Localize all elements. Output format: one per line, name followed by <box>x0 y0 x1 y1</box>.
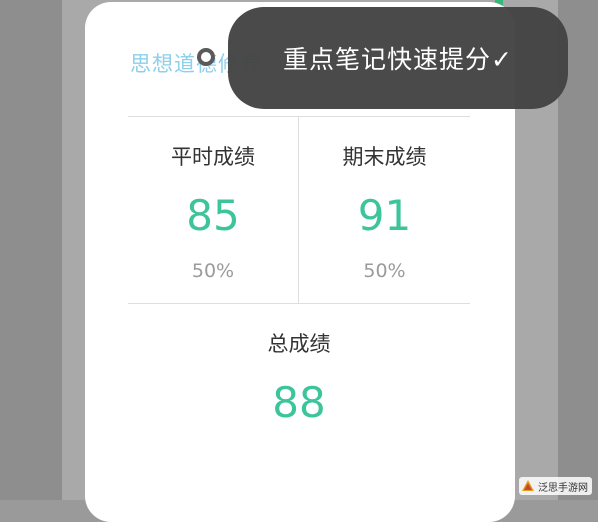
regular-score-weight: 50% <box>191 260 235 282</box>
regular-score-label: 平时成绩 <box>171 145 255 169</box>
final-score-label: 期末成绩 <box>342 145 427 169</box>
toast-message: 重点笔记快速提分✓ <box>283 45 513 74</box>
watermark-logo-icon <box>522 480 534 491</box>
touch-cursor-icon <box>197 48 215 66</box>
regular-score-value: 85 <box>186 191 240 240</box>
total-score-value: 88 <box>272 378 326 427</box>
final-score-value: 91 <box>357 191 412 240</box>
watermark: 泛思手游网 <box>519 477 592 495</box>
toast-notification: 重点笔记快速提分✓ <box>228 7 568 109</box>
total-score-cell: 总成绩 88 <box>128 304 470 444</box>
final-score-cell: 期末成绩 91 50% <box>299 117 470 303</box>
total-score-label: 总成绩 <box>267 332 331 356</box>
left-dimmed-area <box>0 0 62 500</box>
watermark-text: 泛思手游网 <box>538 482 588 494</box>
final-score-weight: 50% <box>363 260 406 282</box>
regular-score-cell: 平时成绩 85 50% <box>128 117 298 303</box>
